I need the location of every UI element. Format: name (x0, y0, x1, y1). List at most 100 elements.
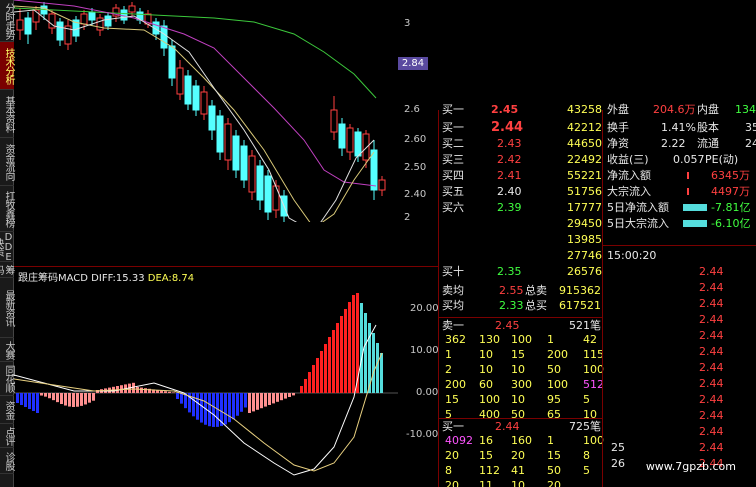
axis-tick: 10.00 (410, 345, 439, 356)
tab-5[interactable]: DDE决策 (0, 232, 14, 262)
macd-bar (140, 387, 143, 393)
candle-body (104, 15, 112, 27)
queue-cell: 16 (479, 434, 493, 447)
macd-bar (168, 391, 171, 393)
queue-row: 20 15 20 15 8 (439, 448, 603, 463)
tick-row: 2.44 (699, 409, 724, 422)
queue-row: 4092 16 160 1 100 (439, 433, 604, 448)
queue-cell: 512 (583, 378, 604, 391)
tab-10[interactable]: 资金 (0, 396, 14, 424)
axis-tick: 0.00 (416, 387, 439, 398)
macd-bar (28, 393, 31, 409)
macd-bar (268, 393, 271, 405)
tab-6[interactable]: 筹码 (0, 262, 14, 278)
macd-bar (136, 387, 139, 393)
tab-11[interactable]: 点评 (0, 424, 14, 448)
candle-body (24, 17, 32, 35)
candle-body (346, 127, 354, 153)
tab-8[interactable]: 大赛 (0, 338, 14, 362)
queue-cell: 100 (583, 363, 604, 376)
queue-cell: 41 (511, 464, 525, 477)
macd-bar (284, 393, 287, 399)
tab-12[interactable]: 诊股 (0, 448, 14, 474)
macd-bar (380, 353, 383, 393)
tick-row: 2.44 (699, 393, 724, 406)
candle-body (370, 149, 378, 191)
macd-bar (352, 295, 355, 393)
macd-bar (60, 393, 63, 405)
macd-bar (40, 393, 43, 396)
macd-bar (232, 393, 235, 420)
candle-body (330, 109, 338, 133)
queue-cell: 130 (479, 333, 500, 346)
queue-cell: 300 (511, 378, 532, 391)
price-axis: 3 2.84 2.6 2.60 2.50 2.40 2 (398, 0, 438, 266)
macd-bar (244, 393, 247, 408)
macd-chart (14, 293, 398, 476)
axis-tick: 20.00 (410, 303, 439, 314)
macd-panel[interactable]: 跟庄筹码MACD DIFF:15.33 DEA:8.74 (14, 266, 398, 487)
tab-7[interactable]: 最新资讯 (0, 278, 14, 338)
macd-bar (264, 393, 267, 407)
stats-row: 收益(三) 0.057 PE(动) (607, 153, 739, 166)
macd-bar (276, 393, 279, 402)
tick-row: 2.44 (699, 425, 724, 438)
macd-bar (248, 393, 251, 413)
candle-body (264, 175, 272, 213)
axis-tick: 2 (404, 212, 411, 223)
macd-bar (316, 358, 319, 393)
queue-row: 362 130 100 1 42 (439, 332, 603, 347)
book-row: 买一 2.44 42212 (442, 120, 602, 135)
macd-bar (364, 313, 367, 393)
watermark: www.7gpzb.com (645, 460, 736, 473)
tab-3[interactable]: 资金流向 (0, 138, 14, 186)
macd-bar (236, 393, 239, 416)
candle-body (208, 105, 216, 131)
tab-4[interactable]: 扛牧鑫榜 (0, 186, 14, 232)
queue-row: 20 11 10 20 (439, 478, 603, 487)
queue-cell: 10 (479, 363, 493, 376)
macd-bar (172, 392, 175, 393)
tab-1[interactable]: 技术分析 (0, 42, 14, 90)
candle-body (272, 185, 280, 211)
macd-bar (336, 323, 339, 393)
queue-cell: 42 (583, 333, 597, 346)
stats-row: 净资 2.22 流通 24 (607, 137, 756, 150)
current-price-tag: 2.84 (398, 57, 428, 70)
macd-bar (280, 393, 283, 401)
candle-body (80, 13, 88, 25)
tick-row: 25 2.44 (611, 441, 724, 454)
tab-0[interactable]: 分时走势 (0, 0, 14, 42)
queue-row: 1 10 15 200 115 (439, 347, 604, 362)
macd-bar (144, 388, 147, 393)
macd-bar (340, 316, 343, 393)
macd-bar (80, 393, 83, 406)
order-book: 买一 2.45 43258 买一 2.44 42212 买二 2.43 44650 买三 2.… (438, 103, 604, 487)
tab-2[interactable]: 基本资料 (0, 90, 14, 138)
macd-bar (344, 309, 347, 393)
queue-cell: 15 (547, 449, 561, 462)
flow-bar (687, 172, 689, 179)
queue-cell: 11 (479, 479, 493, 487)
stats-row: 净流入额 6345万 (607, 169, 750, 182)
macd-bar (180, 393, 183, 404)
book-row: 买五 2.40 51756 (442, 185, 602, 198)
candle-body (168, 45, 176, 79)
queue-cell: 100 (511, 333, 532, 346)
tab-9[interactable]: 同花顺 (0, 362, 14, 396)
stats-row: 5日大宗流入 -6.10亿 (607, 217, 751, 230)
flow-bar (683, 204, 707, 211)
macd-bar (196, 393, 199, 420)
axis-tick: 2.60 (404, 134, 427, 145)
macd-bar (76, 393, 79, 407)
macd-bar (44, 393, 47, 397)
axis-tick: 2.6 (404, 104, 420, 115)
queue-cell: 100 (583, 434, 604, 447)
queue-cell: 20 (547, 479, 561, 487)
stats-row: 换手 1.41% 股本 35 (607, 121, 756, 134)
queue-cell: 200 (445, 378, 466, 391)
queue-cell: 10 (511, 393, 525, 406)
candle-body (224, 123, 232, 161)
candle-body (216, 115, 224, 153)
axis-tick: 2.40 (404, 189, 427, 200)
